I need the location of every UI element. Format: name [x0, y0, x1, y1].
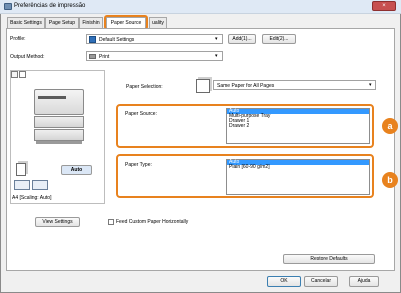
tab-quality[interactable]: uality	[149, 17, 167, 28]
printer-base	[36, 141, 82, 144]
output-method-label: Output Method:	[10, 54, 45, 60]
profile-select[interactable]: Default Settings ▾	[86, 34, 223, 44]
restore-defaults-button[interactable]: Restore Defaults	[283, 254, 375, 264]
paper-selection-label: Paper Selection:	[126, 84, 163, 90]
close-button[interactable]: ×	[372, 1, 396, 11]
paper-selection-select[interactable]: Same Paper for All Pages ▾	[213, 80, 376, 90]
printer-view-icon[interactable]	[19, 71, 26, 78]
paper-source-label: Paper Source:	[125, 111, 157, 117]
printer-illustration	[34, 89, 84, 115]
tab-finishing[interactable]: Finishin	[79, 17, 103, 28]
edit-profile-button[interactable]: Edit(2)...	[262, 34, 296, 44]
feed-custom-checkbox[interactable]	[108, 219, 114, 225]
chevron-down-icon: ▾	[215, 53, 218, 59]
window-title: Preferências de impressão	[14, 3, 86, 9]
view-settings-button[interactable]: View Settings	[35, 217, 80, 227]
paper-scaling-caption: A4 [Scaling: Auto]	[12, 195, 52, 201]
help-button[interactable]: Ajuda	[349, 276, 379, 287]
paper-type-label: Paper Type:	[125, 162, 152, 168]
add-profile-button[interactable]: Add(1)...	[228, 34, 256, 44]
key-lock-icon[interactable]	[32, 180, 48, 190]
chevron-down-icon: ▾	[215, 36, 218, 42]
callout-badge-a: a	[382, 118, 398, 134]
list-item[interactable]: Drawer 2	[227, 124, 369, 129]
printer-app-icon	[4, 3, 12, 10]
printer-drawer-2	[34, 129, 84, 141]
feed-custom-label: Feed Custom Paper Horizontally	[116, 219, 189, 225]
printer-drawer-1	[34, 116, 84, 128]
chevron-down-icon: ▾	[369, 82, 372, 88]
orientation-icon[interactable]	[14, 180, 30, 190]
list-item[interactable]: Plain [60-90 g/m2]	[227, 165, 369, 170]
output-method-value: Print	[99, 54, 110, 60]
paper-type-list[interactable]: Auto Plain [60-90 g/m2]	[226, 159, 370, 195]
preview-view-icon[interactable]	[11, 71, 18, 78]
auto-paper-button[interactable]: Auto	[61, 165, 92, 175]
profile-label: Profile:	[10, 36, 26, 42]
cancel-button[interactable]: Cancelar	[304, 276, 338, 287]
printer-output-slot	[38, 96, 66, 99]
paper-stack-icon	[16, 163, 26, 176]
callout-badge-b: b	[382, 172, 398, 188]
output-method-select[interactable]: Print ▾	[86, 51, 223, 61]
tab-basic-settings[interactable]: Basic Settings	[7, 17, 45, 28]
paper-selection-icon	[196, 79, 210, 93]
printer-icon	[89, 54, 96, 59]
paper-source-list[interactable]: Auto Multi-purpose Tray Drawer 1 Drawer …	[226, 108, 370, 144]
tab-page-setup[interactable]: Page Setup	[45, 17, 79, 28]
profile-value: Default Settings	[99, 37, 135, 43]
profile-icon	[89, 36, 96, 43]
ok-button[interactable]: OK	[267, 276, 301, 287]
paper-selection-value: Same Paper for All Pages	[217, 83, 275, 89]
